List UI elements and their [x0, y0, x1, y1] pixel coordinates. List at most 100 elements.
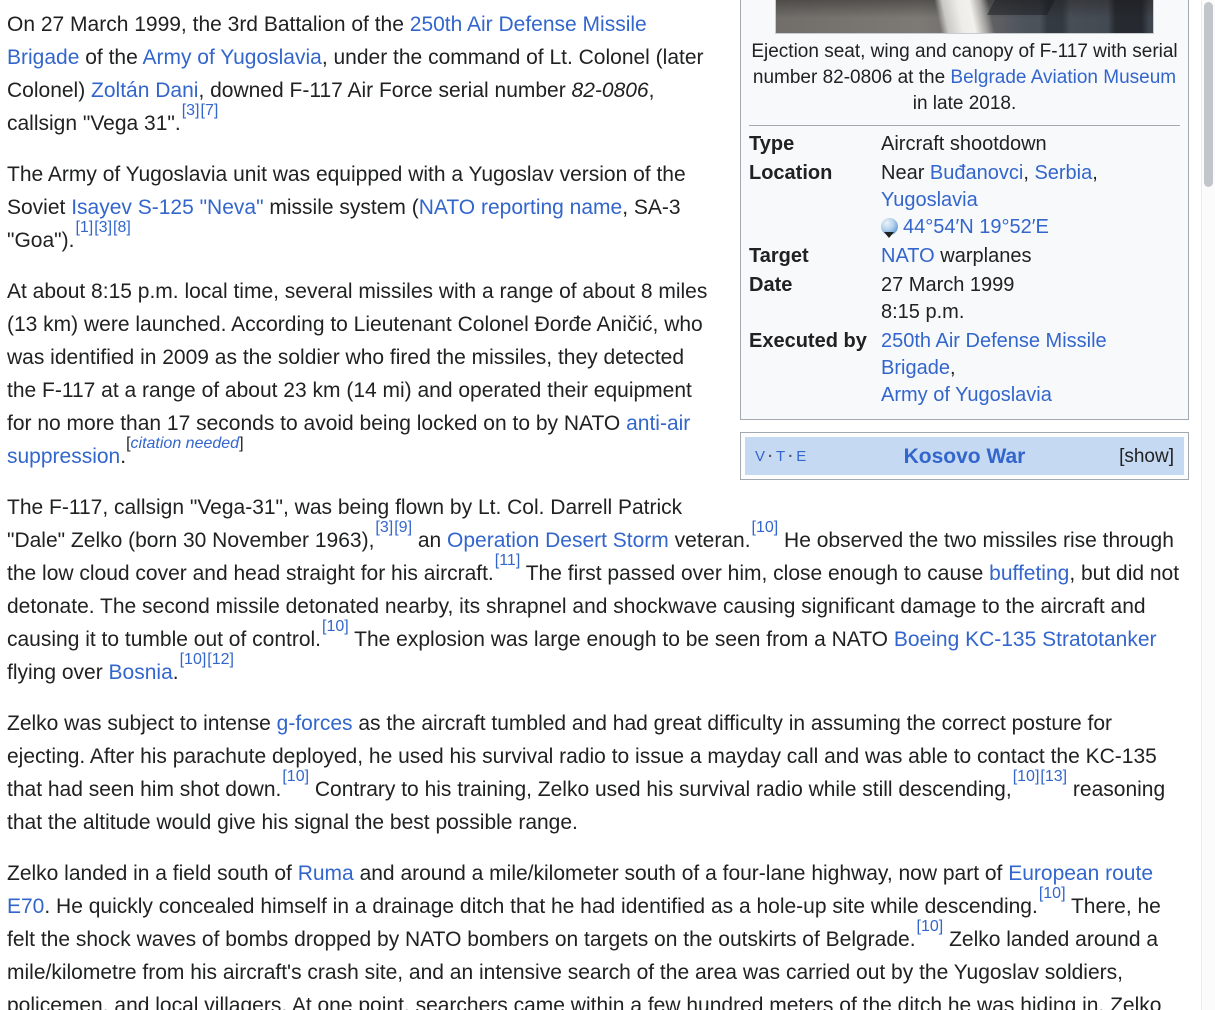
wiki-link[interactable]: Army of Yugoslavia: [142, 46, 321, 69]
text-run: missile system (: [263, 196, 419, 219]
text-run: On 27 March 1999, the 3rd Battalion of t…: [7, 13, 410, 36]
infobox-row-value: Near Buđanovci, Serbia, Yugoslavia 44°54′…: [881, 160, 1180, 241]
infobox-row-value: Aircraft shootdown: [881, 131, 1180, 158]
reference-link-anchor[interactable]: [10]: [1013, 768, 1040, 785]
reference-link-anchor[interactable]: [9]: [394, 519, 412, 536]
text-run: flying over: [7, 661, 109, 684]
reference-link-anchor[interactable]: [10]: [282, 768, 309, 785]
reference-link[interactable]: [10]: [917, 918, 944, 935]
wiki-link[interactable]: Yugoslavia: [881, 189, 978, 211]
text-run: The explosion was large enough to be see…: [348, 628, 894, 651]
reference-link[interactable]: [10]: [1013, 768, 1040, 785]
reference-link-anchor[interactable]: [7]: [201, 102, 219, 119]
reference-link-anchor[interactable]: [3]: [94, 219, 112, 236]
infobox-row: Type Aircraft shootdown: [749, 130, 1180, 159]
navbox-title: Kosovo War: [851, 440, 1078, 473]
reference-link[interactable]: [3]: [94, 219, 112, 236]
infobox-row-label: Executed by: [749, 330, 867, 352]
kosovo-war-link[interactable]: Kosovo War: [904, 445, 1026, 468]
reference-link[interactable]: [1]: [75, 219, 93, 236]
text-run: Zelko landed in a field south of: [7, 862, 298, 885]
reference-link[interactable]: [7]: [201, 102, 219, 119]
text-run: , downed F-117 Air Force serial number: [198, 79, 572, 102]
navbox-edit-link[interactable]: E: [796, 448, 806, 465]
text-run: warplanes: [934, 245, 1032, 267]
navbox-show-toggle[interactable]: [show]: [1119, 446, 1174, 467]
wiki-link[interactable]: Serbia: [1034, 162, 1092, 184]
citation-needed-link[interactable]: citation needed: [131, 435, 240, 452]
reference-link[interactable]: [8]: [113, 219, 131, 236]
navbox-view-link[interactable]: V: [755, 448, 765, 465]
reference-link-anchor[interactable]: [10]: [180, 651, 207, 668]
reference-link[interactable]: [10]: [1039, 885, 1066, 902]
reference-link-anchor[interactable]: [13]: [1040, 768, 1067, 785]
citation-needed[interactable]: [citation needed]: [126, 435, 243, 452]
reference-link[interactable]: [9]: [394, 519, 412, 536]
reference-link-anchor[interactable]: [10]: [322, 618, 349, 635]
infobox-row-label: Target: [749, 245, 809, 267]
wiki-link[interactable]: NATO: [881, 245, 935, 267]
text-run: 8:15 p.m.: [881, 301, 965, 323]
infobox-photo-image[interactable]: [775, 0, 1154, 34]
wiki-link[interactable]: Isayev S-125 "Neva": [71, 196, 263, 219]
wiki-link[interactable]: Belgrade Aviation Museum: [950, 67, 1176, 88]
text-run: Aircraft shootdown: [881, 133, 1047, 155]
infobox-stack: Ejection seat, wing and canopy of F-117 …: [740, 0, 1189, 480]
reference-link[interactable]: [10]: [282, 768, 309, 785]
infobox-row-label: Date: [749, 274, 793, 296]
wiki-link[interactable]: Boeing KC-135 Stratotanker: [894, 628, 1157, 651]
wiki-link[interactable]: 44°54′N 19°52′E: [903, 216, 1049, 238]
reference-link-anchor[interactable]: [12]: [207, 651, 234, 668]
text-run: Contrary to his training, Zelko used his…: [309, 778, 1012, 801]
text-run: ,: [1092, 162, 1098, 184]
text-run: Zelko was subject to intense: [7, 712, 277, 735]
reference-link[interactable]: [11]: [495, 552, 521, 569]
wiki-link[interactable]: Army of Yugoslavia: [881, 384, 1052, 406]
reference-link[interactable]: [10]: [180, 651, 207, 668]
wiki-link[interactable]: Buđanovci: [930, 162, 1023, 184]
infobox-row-value: NATO warplanes: [881, 243, 1180, 270]
reference-link[interactable]: [13]: [1040, 768, 1067, 785]
reference-link[interactable]: [10]: [752, 519, 779, 536]
reference-link-anchor[interactable]: [3]: [182, 102, 200, 119]
wiki-link[interactable]: 250th Air Defense Missile Brigade: [881, 330, 1107, 379]
text-run: ,: [949, 357, 956, 379]
infobox-row-label: Type: [749, 133, 795, 155]
reference-link[interactable]: [10]: [322, 618, 349, 635]
wiki-link[interactable]: Zoltán Dani: [91, 79, 198, 102]
italic-text: 82-0806: [571, 79, 649, 102]
text-run: and around a mile/kilometer south of a f…: [353, 862, 1009, 885]
reference-link[interactable]: [3]: [375, 519, 393, 536]
scrollbar-track[interactable]: [1201, 0, 1215, 1010]
text-run: At about 8:15 p.m. local time, several m…: [7, 280, 708, 435]
reference-link-anchor[interactable]: [3]: [375, 519, 393, 536]
infobox-caption: Ejection seat, wing and canopy of F-117 …: [749, 34, 1180, 125]
wiki-link[interactable]: Ruma: [298, 862, 354, 885]
wikipedia-article-page: Ejection seat, wing and canopy of F-117 …: [0, 0, 1215, 1010]
reference-link-anchor[interactable]: [10]: [1039, 885, 1066, 902]
globe-icon[interactable]: [881, 218, 898, 238]
navbox-talk-link[interactable]: T: [776, 448, 785, 465]
navbox-show-wrap: [show]: [1078, 439, 1174, 473]
scrollbar-thumb[interactable]: [1204, 2, 1213, 187]
reference-link-anchor[interactable]: [1]: [75, 219, 93, 236]
wiki-link[interactable]: NATO reporting name: [419, 196, 622, 219]
wiki-link[interactable]: Bosnia: [109, 661, 173, 684]
infobox-row-value: 27 March 1999 8:15 p.m.: [881, 272, 1180, 326]
text-run: veteran.: [668, 529, 751, 552]
reference-link-anchor[interactable]: [8]: [113, 219, 131, 236]
reference-link[interactable]: [3]: [182, 102, 200, 119]
reference-link-anchor[interactable]: [10]: [752, 519, 779, 536]
wiki-link[interactable]: buffeting: [989, 562, 1069, 585]
text-run: The first passed over him, close enough …: [520, 562, 990, 585]
reference-link[interactable]: [12]: [207, 651, 234, 668]
text-run: of the: [79, 46, 143, 69]
reference-link-anchor[interactable]: [10]: [917, 918, 944, 935]
wiki-link[interactable]: g-forces: [277, 712, 353, 735]
paragraph-4: The F-117, callsign "Vega-31", was being…: [7, 491, 1189, 689]
infobox: Ejection seat, wing and canopy of F-117 …: [740, 0, 1189, 420]
infobox-row: Location Near Buđanovci, Serbia, Yugoslav…: [749, 159, 1180, 242]
wiki-link[interactable]: Operation Desert Storm: [447, 529, 669, 552]
reference-link-anchor[interactable]: [11]: [495, 552, 521, 569]
vte-separator-dot: ·: [768, 447, 774, 465]
